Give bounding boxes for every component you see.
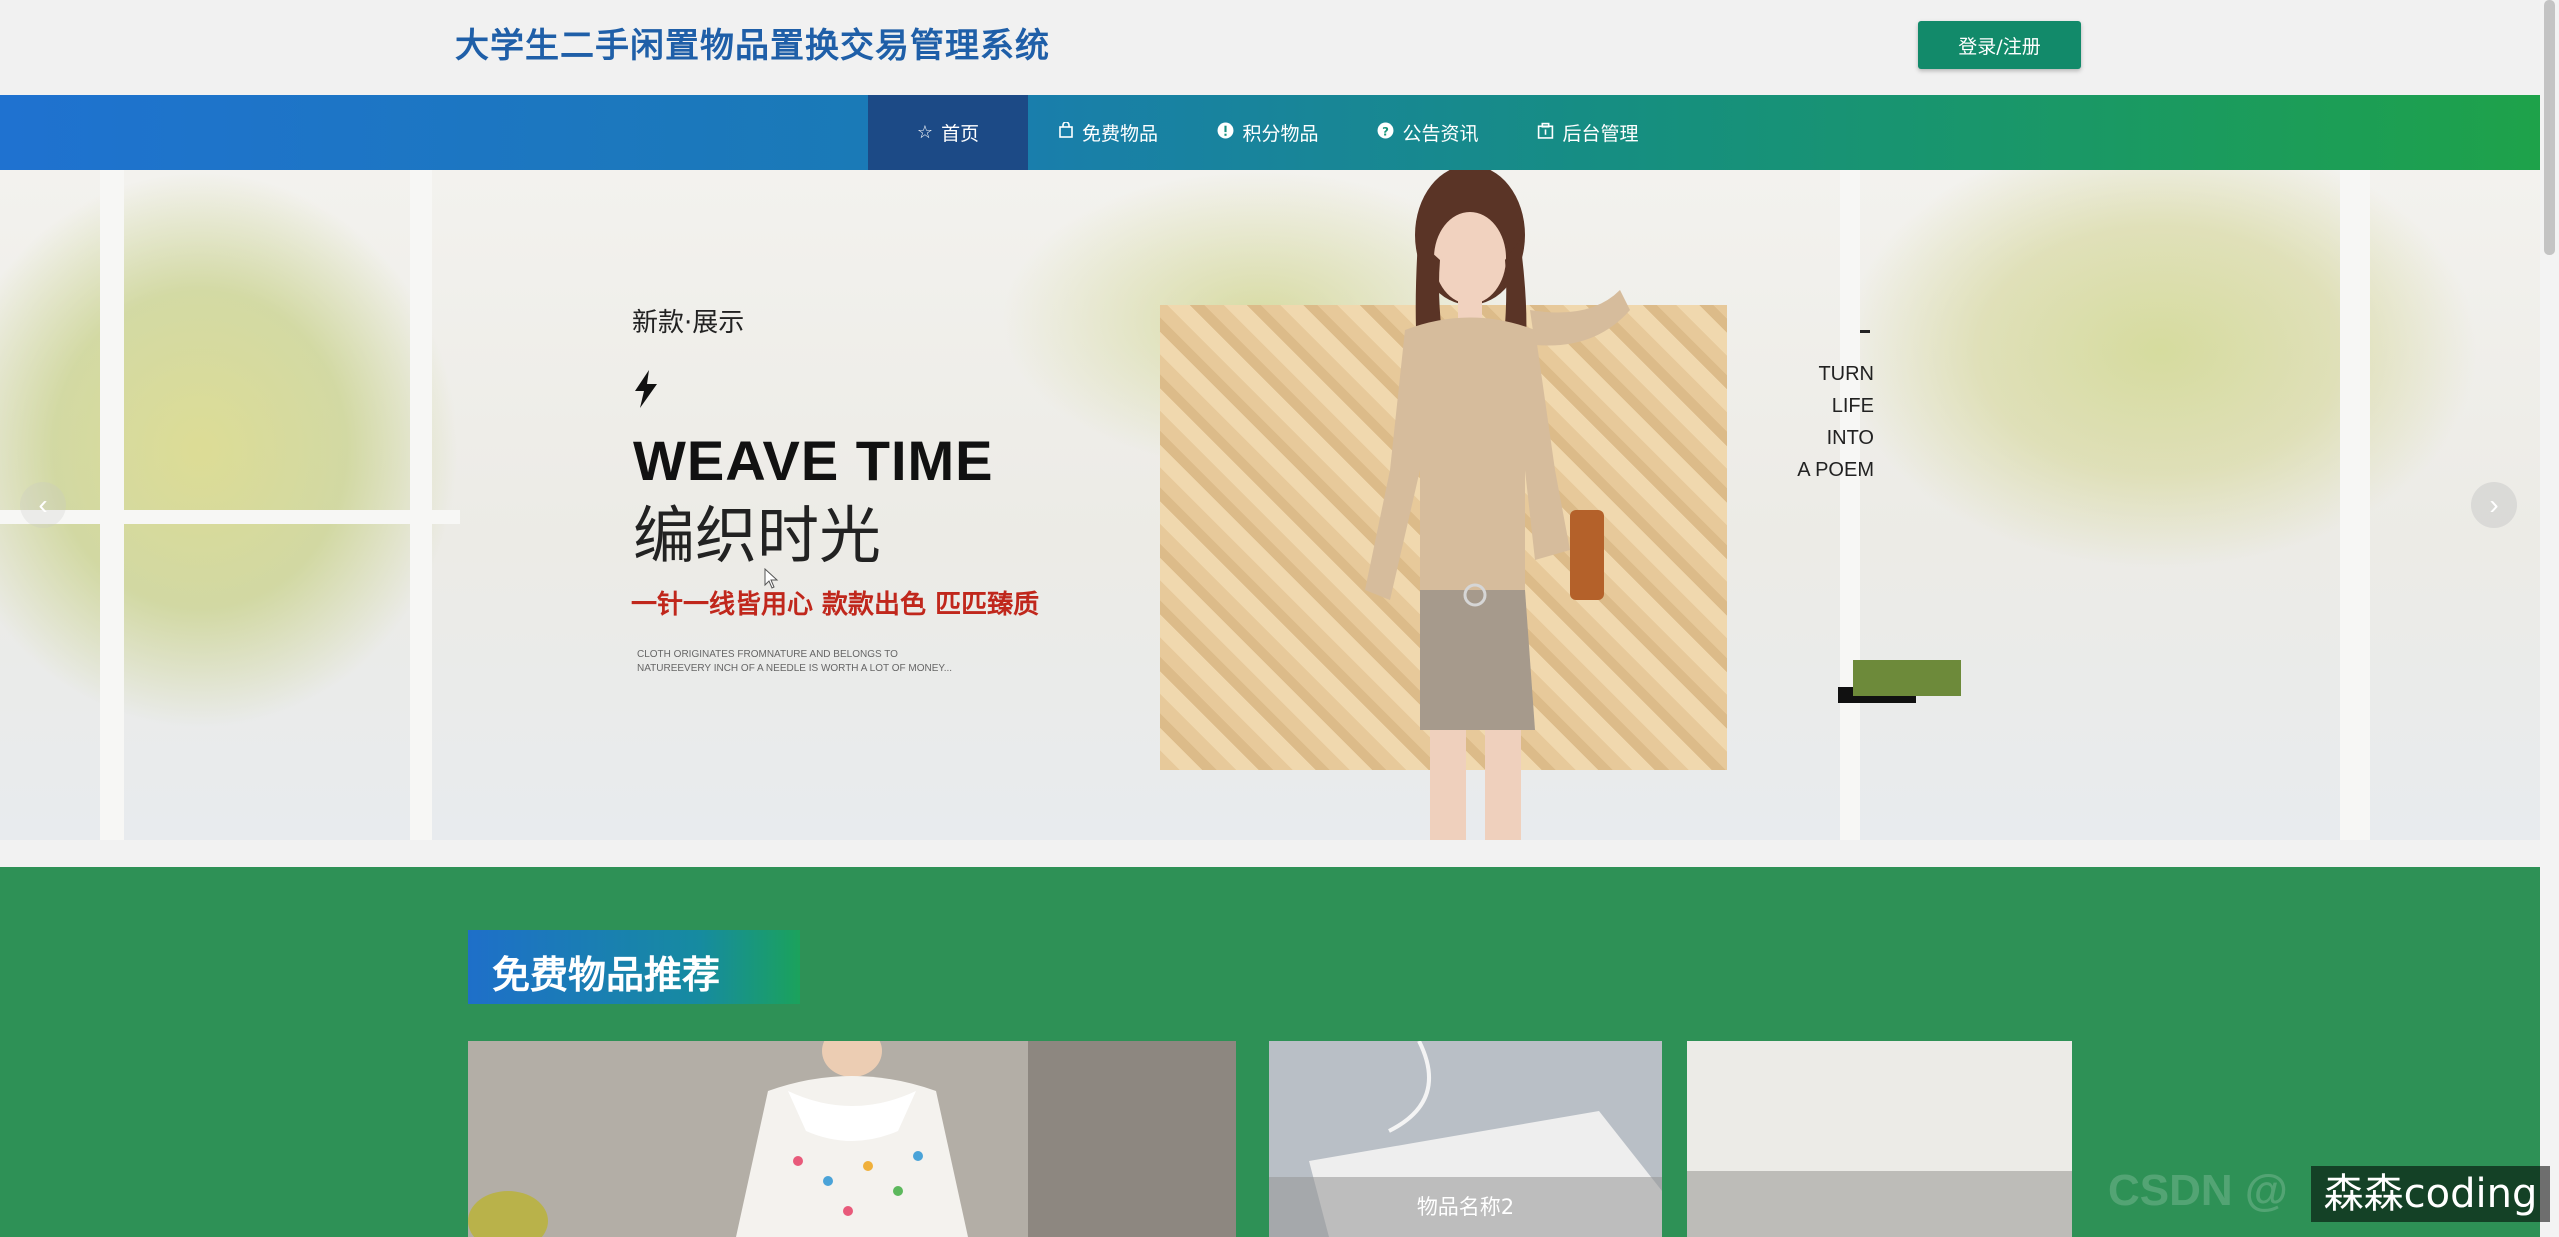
- star-icon: ☆: [916, 122, 934, 143]
- window-frame: [0, 510, 460, 524]
- login-register-button[interactable]: 登录/注册: [1918, 21, 2081, 69]
- scrollbar-thumb[interactable]: [2544, 0, 2555, 255]
- banner-green-block: [1853, 660, 1961, 696]
- lightning-icon: [633, 370, 659, 417]
- main-nav: ☆ 首页 免费物品 积分物品 ? 公告资讯 后台管理: [0, 95, 2540, 170]
- poem-line: LIFE: [1831, 395, 1874, 417]
- faint-watermark: CSDN @: [2108, 1166, 2288, 1215]
- item-card[interactable]: [1687, 1041, 2072, 1237]
- mouse-cursor-icon: [764, 568, 779, 589]
- section-title: 免费物品推荐: [468, 930, 800, 1004]
- nav-item-label: 积分物品: [1242, 123, 1319, 145]
- banner-subtitle: 新款·展示: [632, 308, 745, 338]
- nav-item-label: 免费物品: [1081, 123, 1158, 145]
- item-card[interactable]: [468, 1041, 1236, 1237]
- palm-leaves-left: [0, 170, 460, 730]
- nav-item-points-items[interactable]: 积分物品: [1188, 95, 1348, 170]
- item-image: [468, 1041, 1236, 1237]
- banner-slogan: 一针一线皆用心 款款出色 匹匹臻质: [631, 590, 1040, 620]
- top-header: 大学生二手闲置物品置换交易管理系统 登录/注册: [0, 0, 2540, 95]
- nav-item-admin[interactable]: 后台管理: [1508, 95, 1668, 170]
- hero-banner: ‹ 新款·展示 WEAVE TIME 编织时光 一针一线皆用心 款款出色 匹匹臻…: [0, 170, 2540, 840]
- nav-item-label: 公告资讯: [1402, 123, 1479, 145]
- nav-item-label: 后台管理: [1562, 123, 1639, 145]
- page: 大学生二手闲置物品置换交易管理系统 登录/注册 ☆ 首页 免费物品 积分物品 ?…: [0, 0, 2559, 1237]
- item-image: [1687, 1041, 2072, 1237]
- banner-next-arrow[interactable]: ›: [2471, 482, 2517, 528]
- nav-item-free-items[interactable]: 免费物品: [1028, 95, 1188, 170]
- nav-item-home[interactable]: ☆ 首页: [868, 95, 1028, 170]
- info-circle-icon: [1217, 122, 1234, 144]
- item-card[interactable]: 物品名称2: [1269, 1041, 1662, 1237]
- question-circle-icon: ?: [1377, 122, 1394, 144]
- watermark: 森森coding: [2311, 1166, 2550, 1222]
- window-frame: [410, 170, 432, 840]
- window-frame: [1840, 170, 1860, 840]
- window-frame: [100, 170, 124, 840]
- bag-icon: [1058, 121, 1074, 143]
- nav-item-label: 首页: [941, 123, 980, 145]
- poem-line: INTO: [1826, 427, 1874, 449]
- box-icon: [1537, 122, 1554, 144]
- banner-title-cn: 编织时光: [633, 499, 882, 572]
- site-title: 大学生二手闲置物品置换交易管理系统: [455, 26, 1050, 66]
- item-card-label: 物品名称2: [1269, 1177, 1662, 1237]
- banner-dash: [1860, 330, 1870, 333]
- poem-line: TURN: [1818, 363, 1874, 385]
- palm-leaves-right: [1840, 170, 2480, 570]
- nav-items: ☆ 首页 免费物品 积分物品 ? 公告资讯 后台管理: [868, 95, 1668, 170]
- window-frame: [2340, 170, 2370, 840]
- nav-item-announcements[interactable]: ? 公告资讯: [1348, 95, 1508, 170]
- banner-title-en: WEAVE TIME: [633, 429, 994, 492]
- model-photo: [1365, 170, 1630, 840]
- banner-prev-arrow[interactable]: ‹: [20, 482, 66, 528]
- poem-line: A POEM: [1797, 459, 1874, 481]
- svg-text:?: ?: [1383, 124, 1390, 138]
- banner-small-text: CLOTH ORIGINATES FROMNATURE AND BELONGS …: [637, 649, 953, 674]
- banner-poem: TURN LIFE INTO A POEM: [1797, 358, 1874, 486]
